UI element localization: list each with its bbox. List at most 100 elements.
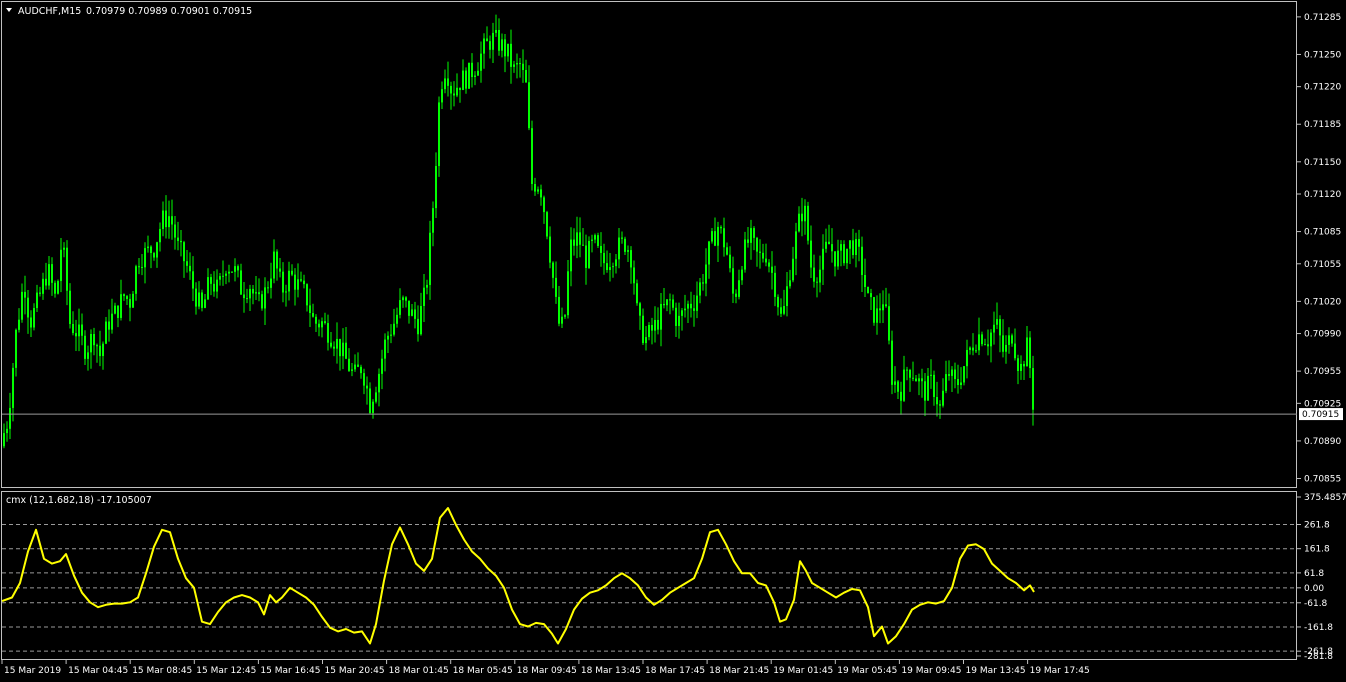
candle-body (426, 284, 428, 288)
time-tick-label: 18 Mar 09:45 (517, 666, 577, 676)
candle-body (990, 332, 992, 347)
candle-body (390, 334, 392, 336)
candle-body (231, 271, 233, 273)
candle-body (333, 346, 335, 349)
candle-body (657, 319, 659, 330)
candle-body (1008, 335, 1010, 345)
candle-body (339, 338, 341, 357)
candle-body (846, 248, 848, 264)
indicator-tick-label: 375.48570 (1304, 493, 1346, 503)
candle-body (150, 246, 152, 254)
candle-body (714, 231, 716, 246)
candle-body (450, 85, 452, 94)
candle-body (294, 274, 296, 290)
price-tick-label: 0.71220 (1304, 83, 1341, 93)
candle-body (870, 293, 872, 298)
candle-body (240, 270, 242, 295)
candle-body (135, 266, 137, 294)
candle-body (831, 244, 833, 252)
price-tick-label: 0.71085 (1304, 228, 1341, 238)
candle-body (57, 281, 59, 294)
candle-body (636, 283, 638, 304)
candle-body (492, 32, 494, 50)
candle-body (921, 378, 923, 382)
candle-body (270, 278, 272, 288)
candle-body (699, 282, 701, 296)
candle-body (756, 237, 758, 252)
candle-body (783, 306, 785, 314)
candle-body (837, 250, 839, 267)
candle-body (840, 244, 842, 251)
candle-body (204, 299, 206, 308)
candle-body (663, 303, 665, 306)
candle-body (51, 264, 53, 283)
candle-body (120, 294, 122, 318)
time-tick-label: 15 Mar 2019 (4, 666, 61, 676)
candle-body (222, 275, 224, 277)
candle-body (795, 231, 797, 259)
candle-body (798, 213, 800, 232)
candle-body (363, 373, 365, 386)
candle-body (537, 189, 539, 192)
price-tick-label: 0.70855 (1304, 474, 1341, 484)
candle-body (690, 303, 692, 309)
ohlc-values: 0.70979 0.70989 0.70901 0.70915 (86, 6, 252, 17)
candle-body (639, 303, 641, 316)
candle-body (765, 258, 767, 263)
candle-body (132, 293, 134, 308)
candle-body (600, 245, 602, 253)
candle-body (585, 245, 587, 268)
candle-body (12, 367, 14, 408)
candle-body (816, 281, 818, 283)
candle-body (843, 244, 845, 264)
candle-body (102, 343, 104, 357)
candle-body (366, 385, 368, 389)
candle-body (1026, 337, 1028, 367)
candle-body (633, 267, 635, 284)
candle-body (930, 374, 932, 376)
candle-body (648, 324, 650, 338)
candle-body (246, 298, 248, 300)
candle-body (54, 282, 56, 294)
candle-body (567, 271, 569, 316)
price-tick-label: 0.71250 (1304, 50, 1341, 60)
candle-body (513, 64, 515, 67)
candle-body (213, 283, 215, 292)
candle-body (720, 226, 722, 229)
candle-body (807, 205, 809, 241)
candle-body (678, 315, 680, 326)
candle-body (300, 279, 302, 281)
candle-body (498, 29, 500, 51)
candle-body (804, 205, 806, 222)
candle-body (873, 297, 875, 323)
candle-body (288, 270, 290, 292)
candle-body (411, 309, 413, 316)
candle-body (216, 279, 218, 292)
candle-body (876, 308, 878, 323)
candle-body (321, 321, 323, 328)
candle-body (834, 251, 836, 267)
candle-body (444, 78, 446, 90)
candle-body (255, 292, 257, 294)
candle-body (261, 294, 263, 309)
candle-body (789, 280, 791, 287)
candle-body (942, 390, 944, 406)
candle-body (309, 305, 311, 314)
candle-body (144, 248, 146, 268)
candle-body (258, 292, 260, 295)
candle-body (1011, 335, 1013, 344)
candle-body (828, 241, 830, 245)
candle-body (654, 319, 656, 331)
candle-body (849, 240, 851, 249)
candle-body (207, 277, 209, 300)
candle-body (1017, 358, 1019, 371)
price-tick-label: 0.70925 (1304, 399, 1341, 409)
candle-body (975, 350, 977, 352)
candle-body (948, 374, 950, 376)
candle-body (852, 240, 854, 256)
candle-body (630, 250, 632, 268)
candle-body (669, 299, 671, 301)
candle-body (438, 102, 440, 167)
indicator-tick-label: -61.8 (1304, 599, 1328, 609)
price-tick-label: 0.71020 (1304, 297, 1341, 307)
